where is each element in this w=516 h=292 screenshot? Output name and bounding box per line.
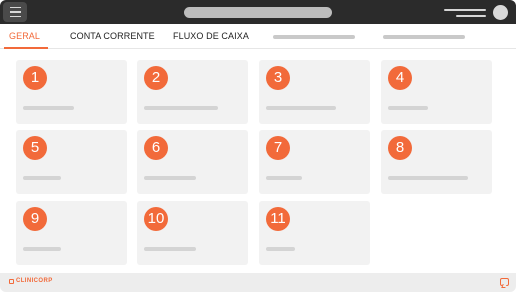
hamburger-menu-icon[interactable] xyxy=(3,2,27,22)
card-number-badge: 8 xyxy=(388,136,412,160)
dashboard-card[interactable]: 10 xyxy=(137,201,248,265)
card-label-placeholder xyxy=(23,247,61,251)
dashboard-card[interactable]: 4 xyxy=(381,60,492,124)
dashboard-card[interactable]: 3 xyxy=(259,60,370,124)
card-number-badge: 5 xyxy=(23,136,47,160)
card-number-badge: 9 xyxy=(23,207,47,231)
card-number-badge: 11 xyxy=(266,207,290,231)
dashboard-card[interactable]: 11 xyxy=(259,201,370,265)
user-avatar-icon[interactable] xyxy=(493,5,508,20)
tab-placeholder[interactable] xyxy=(383,35,465,39)
top-bar xyxy=(0,0,516,24)
card-label-placeholder xyxy=(144,176,196,180)
menu-line xyxy=(9,15,21,18)
dashboard-card[interactable]: 2 xyxy=(137,60,248,124)
brand-logo: CLINICORP xyxy=(9,278,53,284)
dashboard-card[interactable]: 7 xyxy=(259,130,370,194)
card-label-placeholder xyxy=(144,106,218,110)
user-role-line xyxy=(456,15,486,17)
card-label-placeholder xyxy=(266,106,336,110)
user-name-line xyxy=(444,9,486,11)
card-label-placeholder xyxy=(144,247,196,251)
card-label-placeholder xyxy=(23,176,61,180)
card-number-badge: 3 xyxy=(266,66,290,90)
clinicorp-logo-icon xyxy=(9,278,14,284)
menu-line xyxy=(9,6,21,9)
user-info-placeholder xyxy=(444,7,486,19)
tab-conta-corrente[interactable]: CONTA CORRENTE xyxy=(70,31,155,41)
dashboard-card[interactable]: 9 xyxy=(16,201,127,265)
tab-bar: GERAL CONTA CORRENTE FLUXO DE CAIXA xyxy=(0,24,516,49)
chat-bubble-icon[interactable] xyxy=(500,278,509,286)
footer-bar: CLINICORP xyxy=(0,273,516,292)
card-number-badge: 7 xyxy=(266,136,290,160)
card-number-badge: 4 xyxy=(388,66,412,90)
card-label-placeholder xyxy=(266,247,295,251)
search-bar-placeholder[interactable] xyxy=(184,7,332,18)
card-label-placeholder xyxy=(23,106,74,110)
tab-geral[interactable]: GERAL xyxy=(9,31,40,41)
dashboard-card[interactable]: 1 xyxy=(16,60,127,124)
card-number-badge: 2 xyxy=(144,66,168,90)
dashboard-card[interactable]: 6 xyxy=(137,130,248,194)
menu-line xyxy=(9,11,21,13)
dashboard-card[interactable]: 8 xyxy=(381,130,492,194)
card-number-badge: 10 xyxy=(144,207,168,231)
card-number-badge: 6 xyxy=(144,136,168,160)
tab-placeholder[interactable] xyxy=(273,35,355,39)
brand-name: CLINICORP xyxy=(16,278,53,284)
card-label-placeholder xyxy=(388,106,428,110)
dashboard-card[interactable]: 5 xyxy=(16,130,127,194)
tab-fluxo-de-caixa[interactable]: FLUXO DE CAIXA xyxy=(173,31,249,41)
card-number-badge: 1 xyxy=(23,66,47,90)
card-label-placeholder xyxy=(266,176,302,180)
active-tab-indicator xyxy=(4,47,48,49)
card-label-placeholder xyxy=(388,176,468,180)
app-window: GERAL CONTA CORRENTE FLUXO DE CAIXA 1 2 … xyxy=(0,0,516,292)
